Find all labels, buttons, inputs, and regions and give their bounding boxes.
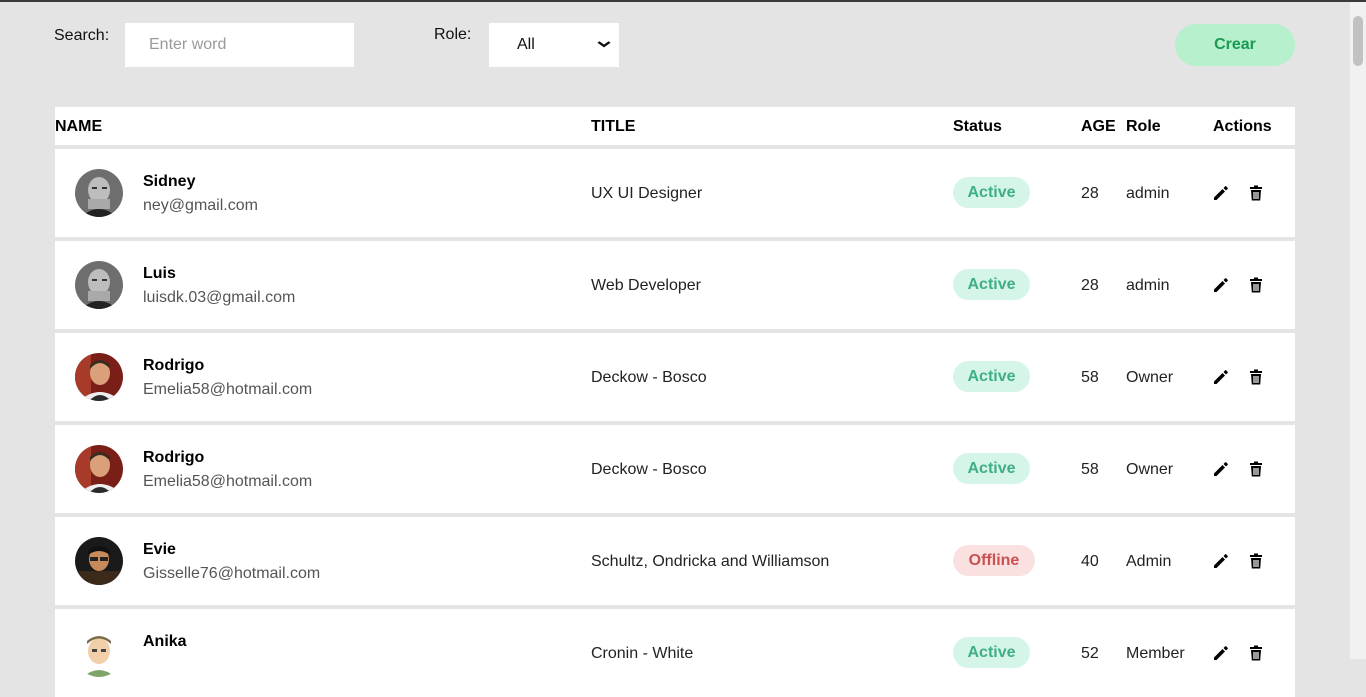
user-email: Emelia58@hotmail.com [143, 473, 313, 490]
user-name: Rodrigo [143, 357, 205, 374]
status-badge: Active [953, 177, 1030, 208]
header-actions: Actions [1213, 118, 1272, 135]
table-row[interactable]: Sidney ney@gmail.com UX UI Designer Active 2… [55, 149, 1295, 237]
search-label: Search: [54, 27, 110, 44]
table-row[interactable]: Anika Cronin - White Active 52 Member [55, 609, 1295, 697]
avatar [75, 629, 123, 677]
header-name[interactable]: NAME [55, 118, 102, 136]
pencil-icon[interactable] [1212, 276, 1230, 294]
user-age: 58 [1081, 461, 1099, 478]
user-name: Rodrigo [143, 449, 205, 466]
page: Search: Role: All Crear NAME TITLE Statu… [0, 2, 1350, 697]
user-name: Anika [143, 633, 187, 650]
search-input[interactable] [125, 23, 354, 67]
trash-icon[interactable] [1247, 552, 1265, 570]
trash-icon[interactable] [1247, 184, 1265, 202]
trash-icon[interactable] [1247, 460, 1265, 478]
pencil-icon[interactable] [1212, 184, 1230, 202]
user-age: 52 [1081, 645, 1099, 662]
user-age: 40 [1081, 553, 1099, 570]
user-name: Evie [143, 541, 176, 558]
user-role: Admin [1126, 553, 1172, 570]
user-role: admin [1126, 277, 1170, 294]
user-email: Gisselle76@hotmail.com [143, 565, 321, 582]
avatar [75, 537, 123, 585]
create-button[interactable]: Crear [1175, 24, 1295, 66]
user-name: Sidney [143, 173, 196, 190]
pencil-icon[interactable] [1212, 460, 1230, 478]
table-row[interactable]: Rodrigo Emelia58@hotmail.com Deckow - Bosc… [55, 333, 1295, 421]
header-title[interactable]: TITLE [591, 118, 635, 136]
trash-icon[interactable] [1247, 276, 1265, 294]
user-title: UX UI Designer [591, 185, 703, 202]
user-role: admin [1126, 185, 1170, 202]
users-table: NAME TITLE Status AGE Role Actions Sidne… [55, 107, 1295, 697]
header-status[interactable]: Status [953, 118, 1002, 136]
user-title: Schultz, Ondricka and Williamson [591, 553, 830, 570]
user-age: 28 [1081, 277, 1099, 294]
status-badge: Active [953, 637, 1030, 668]
status-badge: Offline [953, 545, 1035, 576]
user-title: Deckow - Bosco [591, 461, 707, 478]
status-badge: Active [953, 453, 1030, 484]
table-row[interactable]: Rodrigo Emelia58@hotmail.com Deckow - Bosc… [55, 425, 1295, 513]
table-row[interactable]: Evie Gisselle76@hotmail.com Schultz, Ondri… [55, 517, 1295, 605]
pencil-icon[interactable] [1212, 552, 1230, 570]
user-age: 28 [1081, 185, 1099, 202]
pencil-icon[interactable] [1212, 368, 1230, 386]
header-age[interactable]: AGE [1081, 118, 1116, 136]
role-select-value: All [517, 36, 535, 53]
user-title: Web Developer [591, 277, 701, 294]
status-badge: Active [953, 361, 1030, 392]
vertical-scrollbar[interactable] [1350, 2, 1366, 659]
role-select[interactable]: All [489, 23, 619, 67]
scrollbar-thumb[interactable] [1353, 16, 1363, 66]
table-header: NAME TITLE Status AGE Role Actions [55, 107, 1295, 145]
pencil-icon[interactable] [1212, 644, 1230, 662]
trash-icon[interactable] [1247, 644, 1265, 662]
user-role: Member [1126, 645, 1185, 662]
user-role: Owner [1126, 369, 1174, 386]
avatar [75, 169, 123, 217]
table-row[interactable]: Luis luisdk.03@gmail.com Web Developer Acti… [55, 241, 1295, 329]
user-role: Owner [1126, 461, 1174, 478]
user-email: ney@gmail.com [143, 197, 258, 214]
avatar [75, 261, 123, 309]
header-role[interactable]: Role [1126, 118, 1161, 136]
role-label: Role: [434, 26, 472, 43]
user-title: Cronin - White [591, 645, 694, 662]
user-name: Luis [143, 265, 176, 282]
user-title: Deckow - Bosco [591, 369, 707, 386]
status-badge: Active [953, 269, 1030, 300]
avatar [75, 353, 123, 401]
avatar [75, 445, 123, 493]
user-email: luisdk.03@gmail.com [143, 289, 296, 306]
user-age: 58 [1081, 369, 1099, 386]
user-email: Emelia58@hotmail.com [143, 381, 313, 398]
trash-icon[interactable] [1247, 368, 1265, 386]
chevron-down-icon [597, 37, 611, 51]
